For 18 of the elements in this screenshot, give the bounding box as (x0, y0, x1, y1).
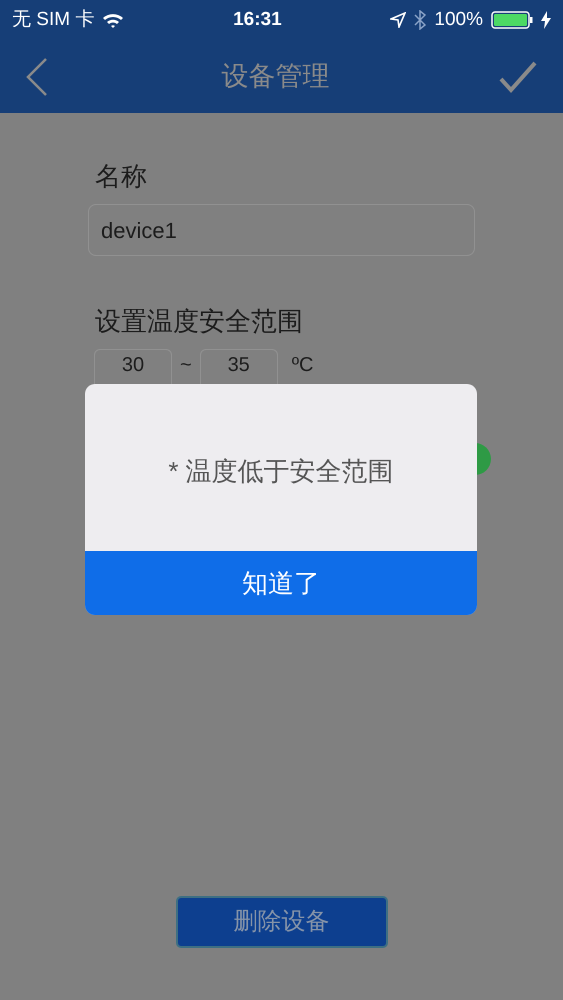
clock-text: 16:31 (233, 8, 282, 32)
confirm-button[interactable] (499, 60, 537, 94)
carrier-text: 无 SIM 卡 (12, 8, 94, 32)
range-label: 设置温度安全范围 (94, 305, 304, 338)
delete-button[interactable]: 删除设备 (176, 896, 388, 948)
unit-text: ºC (290, 353, 314, 377)
charging-icon (541, 11, 551, 29)
page-title: 设备管理 (222, 60, 330, 94)
wifi-icon (102, 12, 124, 28)
range-separator: ~ (180, 353, 192, 377)
alert-message: * 温度低于安全范围 (168, 455, 394, 488)
battery-icon (491, 11, 533, 29)
name-field[interactable]: device1 (88, 204, 475, 256)
name-label: 名称 (94, 160, 148, 193)
bluetooth-icon (414, 10, 426, 30)
battery-text: 100% (434, 8, 483, 32)
location-icon (390, 12, 406, 28)
acknowledge-button[interactable]: 知道了 (85, 551, 477, 615)
